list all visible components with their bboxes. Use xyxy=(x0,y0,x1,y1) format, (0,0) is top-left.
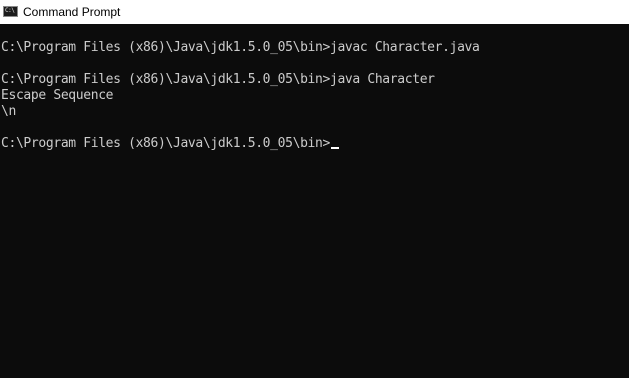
console-line: C:\Program Files (x86)\Java\jdk1.5.0_05\… xyxy=(1,40,480,55)
console-prompt-line[interactable]: C:\Program Files (x86)\Java\jdk1.5.0_05\… xyxy=(0,136,629,152)
window-title: Command Prompt xyxy=(23,4,121,19)
title-bar[interactable]: C:\ Command Prompt xyxy=(0,0,629,24)
console-prompt: C:\Program Files (x86)\Java\jdk1.5.0_05\… xyxy=(1,136,330,151)
console-line: \n xyxy=(1,104,16,119)
console-line: Escape Sequence xyxy=(1,88,114,103)
cmd-prompt-icon-glyph: C:\ xyxy=(5,6,15,14)
command-prompt-window: C:\ Command Prompt C:\Program Files (x86… xyxy=(0,0,629,378)
text-cursor xyxy=(330,147,339,149)
console-line: C:\Program Files (x86)\Java\jdk1.5.0_05\… xyxy=(1,72,435,87)
console-output[interactable]: C:\Program Files (x86)\Java\jdk1.5.0_05\… xyxy=(0,24,629,378)
cmd-prompt-icon: C:\ xyxy=(3,5,18,17)
